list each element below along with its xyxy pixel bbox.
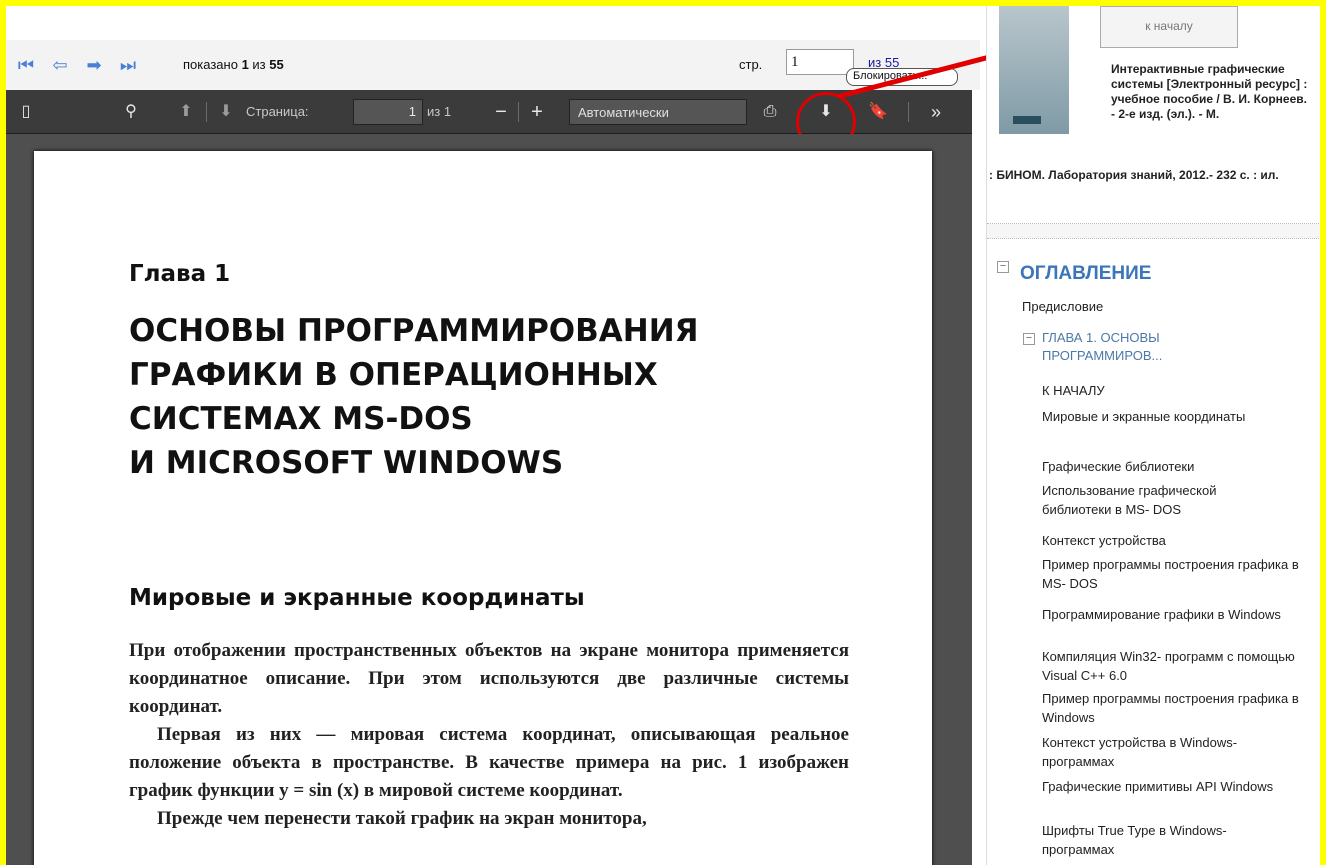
zoom-out-icon[interactable]: −: [490, 101, 512, 123]
toc-item[interactable]: К НАЧАЛУ: [1042, 381, 1292, 400]
pdf-page-label: Страница:: [246, 104, 309, 119]
pdf-page-input[interactable]: 1: [353, 99, 423, 125]
shown-mid: из: [252, 57, 266, 72]
next-page-arrow-icon[interactable]: ⬇: [216, 101, 236, 123]
right-sidebar: к началу Интерактивные графические систе…: [986, 6, 1320, 865]
viewer-navigation-bar: ⏮ ⇦ ➡ ⏭ показано 1 из 55 стр. из 55 Блок…: [6, 40, 980, 90]
print-icon[interactable]: ⎙: [758, 101, 782, 123]
pdf-canvas: Глава 1 ОСНОВЫ ПРОГРАММИРОВАНИЯ ГРАФИКИ …: [6, 134, 972, 865]
paragraph-2: Первая из них — мировая система координа…: [129, 724, 849, 801]
toc-collapse-icon[interactable]: −: [997, 261, 1009, 273]
sidebar-toggle-icon[interactable]: ▯: [16, 101, 36, 123]
chapter-collapse-icon[interactable]: −: [1023, 333, 1035, 345]
toc-item-chapter-1[interactable]: ГЛАВА 1. ОСНОВЫ ПРОГРАММИРОВ...: [1042, 329, 1222, 365]
shown-current: 1: [241, 57, 249, 72]
toc-item[interactable]: Шрифты True Type в Windows-программах: [1042, 821, 1272, 859]
section-heading: Мировые и экранные координаты: [129, 585, 585, 611]
paragraph-3: Прежде чем перенести такой график на экр…: [157, 808, 647, 829]
book-description: Интерактивные графические системы [Элект…: [1111, 62, 1308, 121]
toc-item[interactable]: Мировые и экранные координаты: [1042, 407, 1262, 426]
page-label: стр.: [739, 57, 763, 72]
toc-item-preface[interactable]: Предисловие: [1022, 297, 1103, 316]
toc-item[interactable]: Пример программы построения графика в MS…: [1042, 555, 1307, 593]
book-publisher: : БИНОМ. Лаборатория знаний, 2012.- 232 …: [989, 168, 1279, 182]
toc-item[interactable]: Графические библиотеки: [1042, 457, 1292, 476]
book-info-panel: к началу Интерактивные графические систе…: [987, 6, 1320, 224]
page-number-input[interactable]: [786, 49, 854, 75]
last-page-icon[interactable]: ⏭: [118, 54, 138, 76]
previous-page-arrow-icon[interactable]: ⬆: [176, 101, 196, 123]
chapter-title: ОСНОВЫ ПРОГРАММИРОВАНИЯ ГРАФИКИ В ОПЕРАЦ…: [129, 313, 699, 481]
search-icon[interactable]: ⚲: [121, 101, 141, 123]
chapter-heading: Глава 1: [129, 261, 231, 287]
toc-panel: − ОГЛАВЛЕНИЕ Предисловие − ГЛАВА 1. ОСНО…: [987, 238, 1320, 865]
zoom-select[interactable]: Автоматически: [569, 99, 747, 125]
cover-publisher-logo: [1013, 116, 1041, 124]
toc-item[interactable]: Использование графической библиотеки в M…: [1042, 481, 1272, 519]
toc-item[interactable]: Графические примитивы API Windows: [1042, 777, 1287, 796]
toc-title: ОГЛАВЛЕНИЕ: [1020, 263, 1152, 284]
toc-item[interactable]: Программирование графики в Windows: [1042, 605, 1297, 624]
next-page-icon[interactable]: ➡: [84, 54, 104, 76]
reader-area: ⏮ ⇦ ➡ ⏭ показано 1 из 55 стр. из 55 Блок…: [6, 6, 1320, 865]
shown-pages-status: показано 1 из 55: [183, 57, 284, 72]
pdf-page-of: из 1: [427, 104, 452, 119]
first-page-icon[interactable]: ⏮: [16, 54, 36, 76]
previous-page-icon[interactable]: ⇦: [50, 54, 70, 76]
bookmark-icon[interactable]: 🔖: [868, 101, 888, 123]
paragraph-1: При отображении пространственных объекто…: [129, 640, 849, 717]
toc-item[interactable]: Пример программы построения графика в Wi…: [1042, 689, 1307, 727]
shown-total: 55: [269, 57, 284, 72]
toc-item[interactable]: Контекст устройства: [1042, 531, 1292, 550]
screenshot-frame: ⏮ ⇦ ➡ ⏭ показано 1 из 55 стр. из 55 Блок…: [6, 6, 1320, 865]
more-tools-icon[interactable]: »: [924, 101, 948, 123]
pdf-page: Глава 1 ОСНОВЫ ПРОГРАММИРОВАНИЯ ГРАФИКИ …: [34, 151, 932, 865]
book-cover[interactable]: [999, 6, 1069, 134]
zoom-in-icon[interactable]: +: [526, 101, 548, 123]
toc-item[interactable]: Контекст устройства в Windows-программах: [1042, 733, 1307, 771]
start-button[interactable]: к началу: [1100, 6, 1238, 48]
shown-prefix: показано: [183, 57, 238, 72]
toc-item[interactable]: Компиляция Win32- программ с помощью Vis…: [1042, 647, 1312, 685]
